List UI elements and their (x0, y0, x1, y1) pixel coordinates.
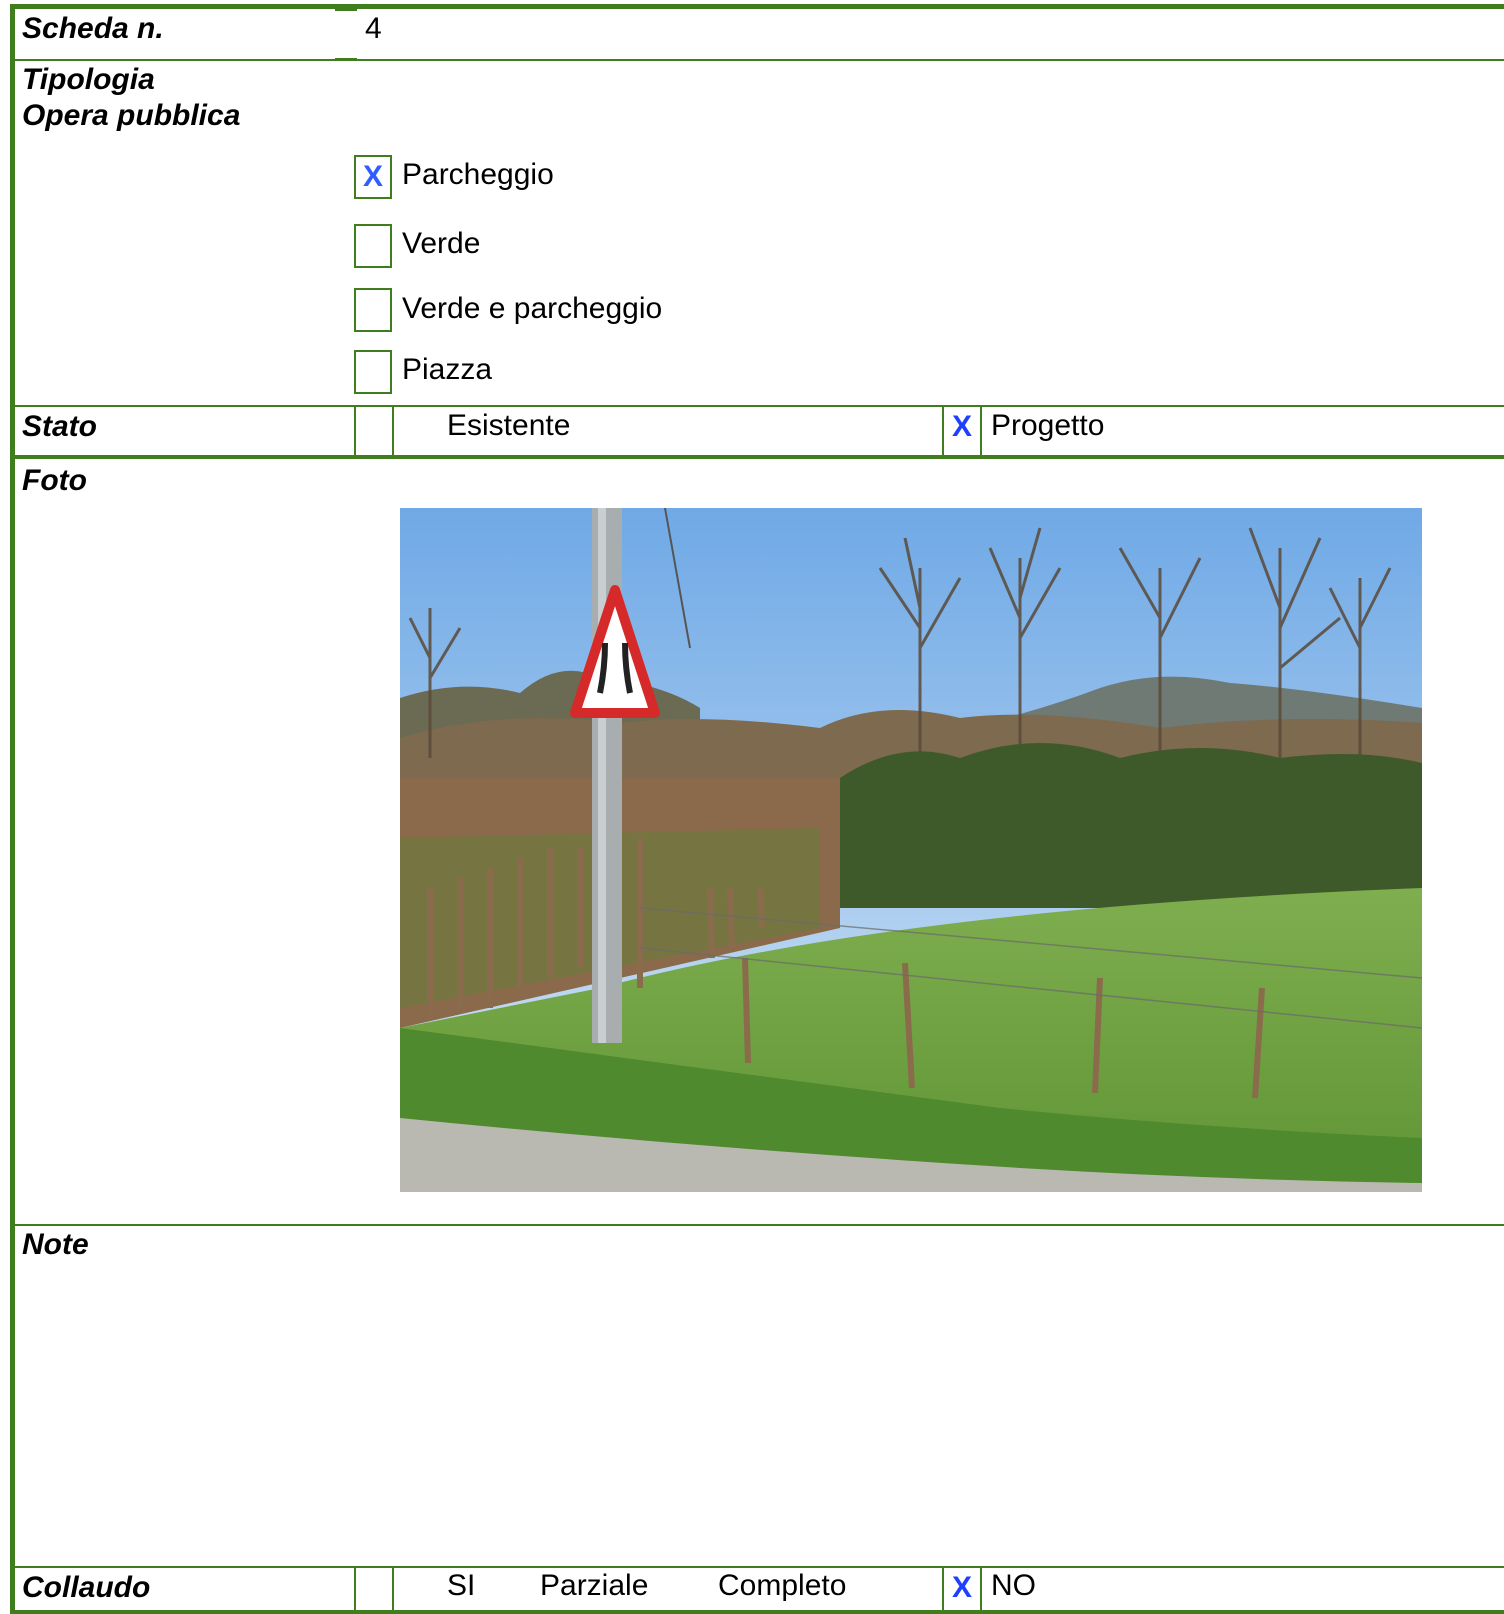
checkbox-piazza[interactable] (354, 350, 392, 394)
scheda-tick-top (335, 9, 357, 11)
option-parcheggio-label: Parcheggio (402, 158, 554, 191)
collaudo-cell-right (392, 1566, 394, 1614)
note-label: Note (22, 1228, 89, 1261)
option-verde-e-parcheggio-label: Verde e parcheggio (402, 292, 663, 325)
stato-cell-right (392, 405, 394, 457)
scheda-label: Scheda n. (22, 12, 164, 45)
stato-progetto-cell-right (980, 405, 982, 457)
collaudo-cell-left (354, 1566, 356, 1614)
collaudo-no-checkbox[interactable]: X (944, 1573, 980, 1603)
stato-label: Stato (22, 410, 97, 443)
row-divider-3 (15, 455, 1504, 459)
row-divider-5 (15, 1566, 1504, 1568)
collaudo-no-label: NO (991, 1569, 1036, 1602)
site-photo (400, 508, 1422, 1192)
top-border (10, 4, 1504, 9)
checkbox-verde-e-parcheggio[interactable] (354, 288, 392, 332)
collaudo-parziale-label: Parziale (540, 1569, 649, 1602)
foto-label: Foto (22, 464, 87, 497)
left-border (10, 4, 15, 1614)
collaudo-label: Collaudo (22, 1571, 151, 1604)
stato-esistente-label: Esistente (447, 409, 571, 442)
checkbox-parcheggio[interactable]: X (354, 155, 392, 199)
bottom-border (15, 1610, 1504, 1614)
row-divider-1 (15, 59, 1504, 61)
row-divider-4 (15, 1224, 1504, 1226)
option-verde-label: Verde (402, 227, 481, 260)
tipologia-label: Tipologia (22, 63, 155, 96)
option-piazza-label: Piazza (402, 353, 493, 386)
opera-pubblica-label: Opera pubblica (22, 99, 241, 132)
stato-cell-left (354, 405, 356, 457)
stato-progetto-label: Progetto (991, 409, 1105, 442)
scheda-number: 4 (365, 12, 382, 45)
collaudo-no-cell-right (980, 1566, 982, 1614)
collaudo-completo-label: Completo (718, 1569, 847, 1602)
collaudo-si-label: SI (447, 1569, 476, 1602)
row-divider-2 (15, 405, 1504, 407)
checkbox-verde[interactable] (354, 224, 392, 268)
stato-progetto-checkbox[interactable]: X (944, 412, 980, 442)
